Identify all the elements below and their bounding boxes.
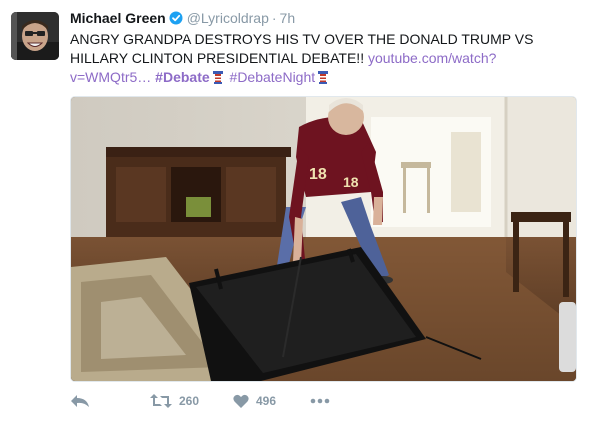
tweet-media-photo[interactable]: 18 18: [70, 96, 577, 382]
reply-icon: [70, 393, 90, 409]
retweet-count: 260: [179, 394, 200, 408]
avatar-photo: [11, 12, 59, 60]
tweet-link-part1[interactable]: youtube.com/watch?: [368, 50, 496, 66]
podium-emoji-icon-2: [317, 70, 329, 89]
podium-emoji-icon: [212, 70, 224, 89]
media-scene: 18 18: [71, 97, 576, 381]
tweet-card: Michael Green @Lyricoldrap · 7h ANGRY GRAND…: [0, 0, 589, 422]
hashtag-debate[interactable]: #Debate: [155, 69, 209, 85]
author-handle[interactable]: @Lyricoldrap: [187, 10, 269, 26]
svg-text:18: 18: [343, 174, 359, 190]
tweet-header: Michael Green @Lyricoldrap · 7h: [70, 9, 295, 29]
tweet-actions: 260 496: [70, 391, 570, 411]
reply-button[interactable]: [70, 391, 90, 411]
retweet-icon: [150, 393, 172, 409]
like-button[interactable]: 496: [233, 391, 276, 411]
more-dots-icon: [310, 398, 330, 404]
more-button[interactable]: [310, 391, 330, 411]
author-name[interactable]: Michael Green: [70, 10, 166, 26]
tweet-text-line1: ANGRY GRANDPA DESTROYS HIS TV OVER THE D…: [70, 31, 534, 47]
svg-text:18: 18: [309, 166, 327, 183]
verified-badge-icon: [169, 11, 183, 29]
like-count: 496: [256, 394, 277, 408]
retweet-button[interactable]: 260: [150, 391, 199, 411]
tweet-text-line2: HILLARY CLINTON PRESIDENTIAL DEBATE!!: [70, 50, 365, 66]
hashtag-debatenight[interactable]: #DebateNight: [230, 69, 316, 85]
tweet-link-part2[interactable]: v=WMQtr5…: [70, 69, 151, 85]
header-separator: ·: [271, 10, 277, 26]
heart-icon: [233, 394, 249, 409]
tweet-text: ANGRY GRANDPA DESTROYS HIS TV OVER THE D…: [70, 30, 570, 89]
avatar[interactable]: [11, 12, 59, 60]
tweet-timestamp[interactable]: 7h: [280, 10, 296, 26]
